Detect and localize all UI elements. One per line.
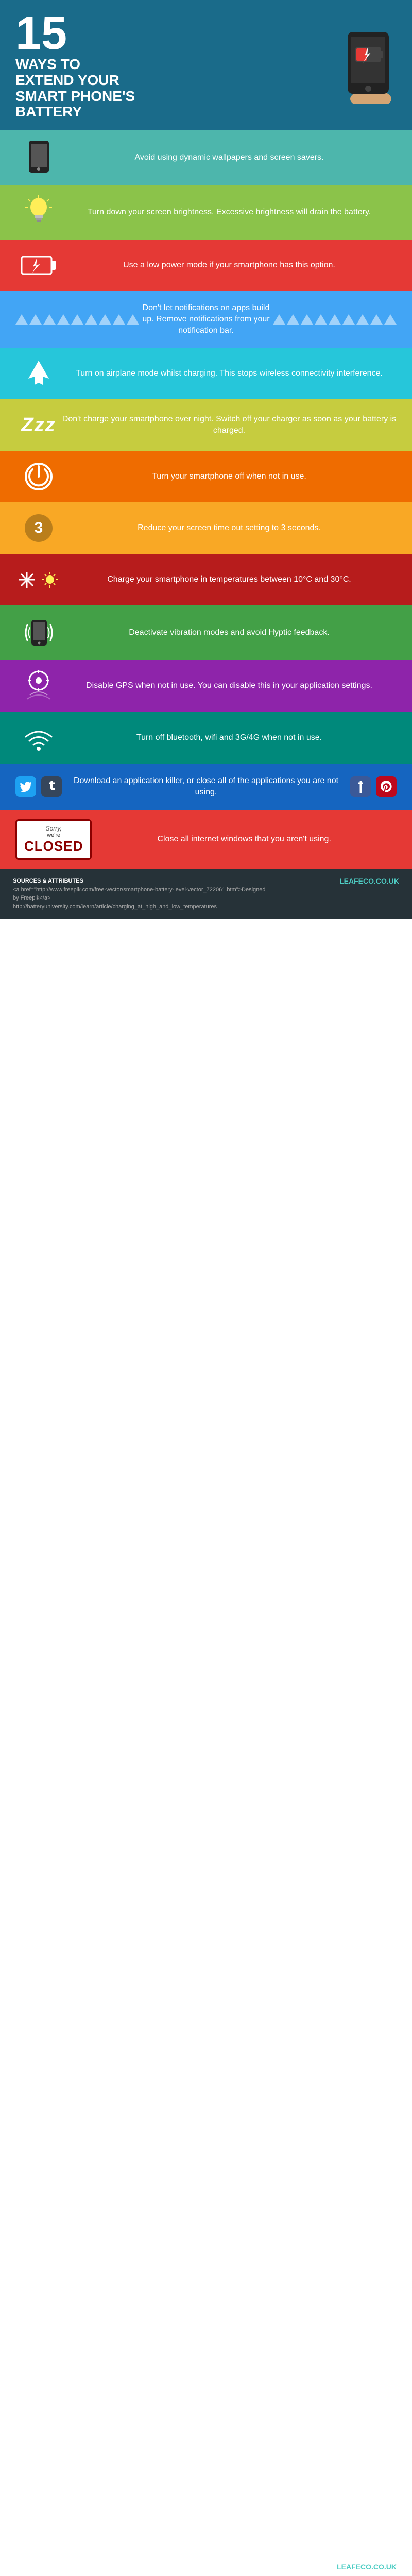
tip-1-text: Avoid using dynamic wallpapers and scree… <box>62 152 397 163</box>
tip-8-number: 3 <box>25 514 53 542</box>
tip-7-icon <box>15 461 62 492</box>
header-section: 15 WAYS TO EXTEND YOUR SMART PHONE'S BAT… <box>0 0 412 130</box>
tip-6-text: Don't charge your smartphone over night.… <box>62 414 397 437</box>
tip-4-icon-right <box>273 314 397 325</box>
tip-11-icon <box>15 669 62 703</box>
footer-logo: LEAFECO.CO.UK <box>339 877 399 885</box>
tip-13-text: Download an application killer, or close… <box>72 775 340 799</box>
pinterest-icon <box>376 776 397 797</box>
closed-text: CLOSED <box>24 838 83 854</box>
tip-12-icon <box>15 724 62 752</box>
tip-10-text: Deactivate vibration modes and avoid Hyp… <box>62 627 397 638</box>
tip-2-icon <box>15 194 62 230</box>
header-number: 15 <box>15 10 135 57</box>
tip-14-icon: Sorry, we're CLOSED <box>15 819 92 860</box>
tip-4-text: Don't let notifications on apps build up… <box>139 302 273 337</box>
sorry-text: Sorry, <box>24 825 83 832</box>
tip-5-icon <box>15 358 62 389</box>
tip-9: Charge your smartphone in temperatures b… <box>0 554 412 605</box>
tip-11: Disable GPS when not in use. You can dis… <box>0 660 412 712</box>
footer-link2: http://batteryuniversity.com/learn/artic… <box>13 903 270 911</box>
tip-13: Download an application killer, or close… <box>0 764 412 810</box>
tip-11-text: Disable GPS when not in use. You can dis… <box>62 680 397 691</box>
tip-3-text: Use a low power mode if your smartphone … <box>62 260 397 271</box>
were-text: we're <box>24 832 83 838</box>
tip-10: Deactivate vibration modes and avoid Hyp… <box>0 605 412 660</box>
tip-10-icon <box>15 615 62 651</box>
tip-5-text: Turn on airplane mode whilst charging. T… <box>62 368 397 379</box>
tip-6-icon: Zzz <box>15 414 62 436</box>
closed-sign: Sorry, we're CLOSED <box>15 819 92 860</box>
header-subtitle: WAYS TO EXTEND YOUR SMART PHONE'S BATTER… <box>15 57 135 120</box>
tip-1-icon <box>15 140 62 176</box>
tip-4-icon <box>15 314 139 325</box>
footer-sources: SOURCES & ATTRIBUTES <a href="http://www… <box>13 877 270 911</box>
tip-12-text: Turn off bluetooth, wifi and 3G/4G when … <box>62 732 397 743</box>
footer-sources-title: SOURCES & ATTRIBUTES <box>13 877 270 886</box>
footer-link1[interactable]: <a href="http://www.freepik.com/free-vec… <box>13 886 270 903</box>
tip-14: Sorry, we're CLOSED Close all internet w… <box>0 810 412 869</box>
header-phone-graphic <box>340 27 397 104</box>
tip-9-icon <box>15 571 62 589</box>
header-logo: LEAFECO.CO.UK <box>337 2563 397 2571</box>
tip-2-text: Turn down your screen brightness. Excess… <box>62 207 397 218</box>
tip-3: Use a low power mode if your smartphone … <box>0 240 412 291</box>
tumblr-icon <box>41 776 62 797</box>
tip-2: Turn down your screen brightness. Excess… <box>0 185 412 240</box>
tip-1: Avoid using dynamic wallpapers and scree… <box>0 130 412 185</box>
tip-14-text: Close all internet windows that you aren… <box>92 834 397 845</box>
tip-4: Don't let notifications on apps build up… <box>0 291 412 348</box>
tip-6: Zzz Don't charge your smartphone over ni… <box>0 399 412 451</box>
tip-3-icon <box>15 252 62 278</box>
tip-7-text: Turn your smartphone off when not in use… <box>62 471 397 482</box>
tip-12: Turn off bluetooth, wifi and 3G/4G when … <box>0 712 412 764</box>
header-text: 15 WAYS TO EXTEND YOUR SMART PHONE'S BAT… <box>15 10 135 120</box>
tip-5: Turn on airplane mode whilst charging. T… <box>0 348 412 399</box>
facebook-icon <box>350 776 371 797</box>
tip-7: Turn your smartphone off when not in use… <box>0 451 412 502</box>
twitter-icon <box>15 776 36 797</box>
tip-8-icon: 3 <box>15 514 62 542</box>
tip-8-text: Reduce your screen time out setting to 3… <box>62 522 397 534</box>
tip-8: 3 Reduce your screen time out setting to… <box>0 502 412 554</box>
tip-9-text: Charge your smartphone in temperatures b… <box>62 574 397 585</box>
footer-section: SOURCES & ATTRIBUTES <a href="http://www… <box>0 869 412 919</box>
